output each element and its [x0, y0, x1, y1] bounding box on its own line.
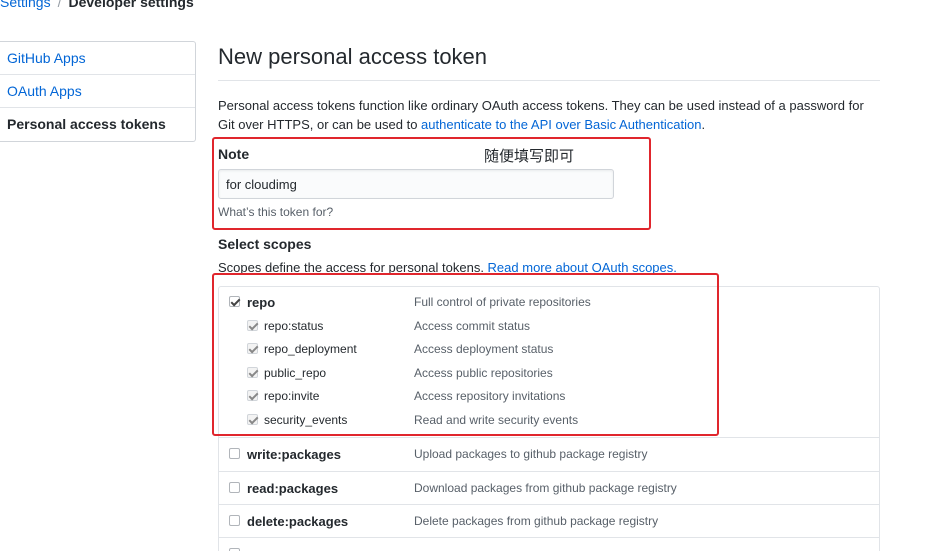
intro-text: Personal access tokens function like ord…: [218, 96, 880, 134]
breadcrumb: Settings / Developer settings: [0, 0, 194, 10]
scope-row-delete-packages: delete:packages Delete packages from git…: [219, 504, 879, 537]
scope-name-write-packages: write:packages: [247, 447, 341, 462]
scope-row-next: [219, 537, 879, 551]
breadcrumb-separator: /: [57, 0, 62, 10]
sidebar-item-personal-access-tokens[interactable]: Personal access tokens: [0, 108, 195, 141]
breadcrumb-settings-link[interactable]: Settings: [0, 0, 51, 10]
basic-auth-link[interactable]: authenticate to the API over Basic Authe…: [421, 117, 701, 132]
sidebar-item-oauth-apps[interactable]: OAuth Apps: [0, 75, 195, 108]
scope-desc-write-packages: Upload packages to github package regist…: [414, 447, 648, 461]
scope-row-write-packages: write:packages Upload packages to github…: [219, 437, 879, 471]
intro-text-end: .: [701, 117, 706, 132]
page-title: New personal access token: [218, 44, 488, 69]
read-packages-checkbox[interactable]: [229, 482, 240, 493]
delete-packages-checkbox[interactable]: [229, 515, 240, 526]
scope-desc-read-packages: Download packages from github package re…: [414, 481, 677, 495]
highlight-repo-box: [212, 273, 719, 436]
breadcrumb-current: Developer settings: [68, 0, 194, 10]
sidebar-item-github-apps[interactable]: GitHub Apps: [0, 42, 195, 75]
select-scopes-heading: Select scopes: [218, 236, 312, 252]
settings-sidebar: GitHub Apps OAuth Apps Personal access t…: [0, 41, 196, 142]
highlight-note-box: [212, 137, 651, 230]
write-packages-checkbox[interactable]: [229, 448, 240, 459]
scope-row-read-packages: read:packages Download packages from git…: [219, 471, 879, 504]
scope-name-read-packages: read:packages: [247, 481, 339, 496]
scope-desc-delete-packages: Delete packages from github package regi…: [414, 514, 659, 528]
title-divider: [218, 80, 880, 81]
scope-name-delete-packages: delete:packages: [247, 514, 349, 529]
